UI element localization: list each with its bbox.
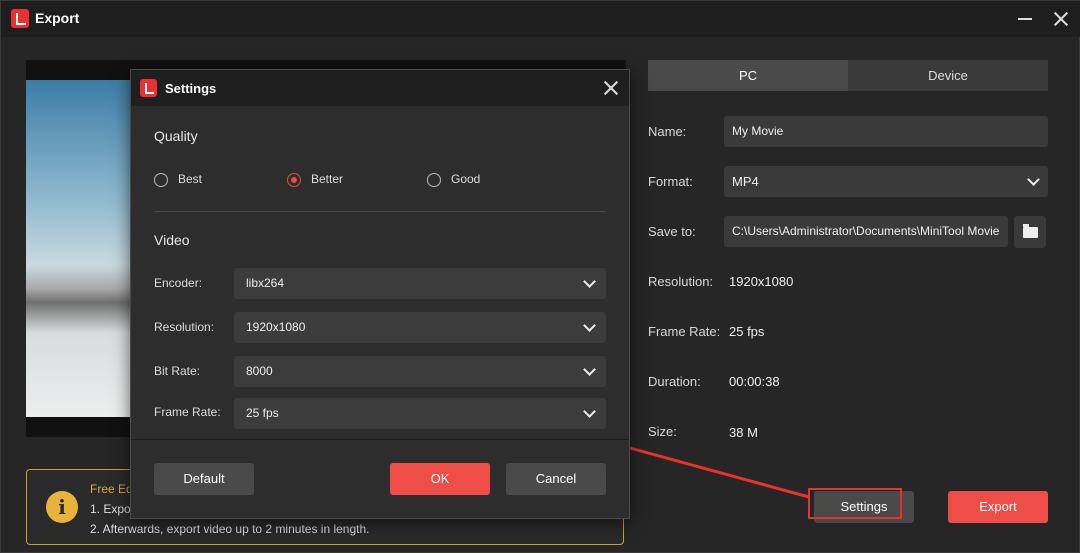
frame-rate-select[interactable]: 25 fps <box>234 398 606 429</box>
settings-dialog: Settings Quality Best Better Good Video … <box>130 69 630 519</box>
encoder-select[interactable]: libx264 <box>234 268 606 299</box>
export-window: Export PC Device Name: My Movie Format: … <box>0 0 1080 553</box>
quality-heading: Quality <box>154 128 198 144</box>
encoder-value: libx264 <box>246 276 285 290</box>
quality-best-label[interactable]: Best <box>178 172 202 186</box>
quality-best-radio[interactable] <box>154 173 168 187</box>
chevron-down-icon <box>583 363 596 376</box>
dialog-footer-divider <box>131 439 629 440</box>
dialog-title-bar: Settings <box>131 70 629 106</box>
chevron-down-icon <box>583 319 596 332</box>
resolution-value: 1920x1080 <box>246 320 306 334</box>
dialog-title: Settings <box>165 81 217 96</box>
divider <box>154 211 606 212</box>
chevron-down-icon <box>583 405 596 418</box>
chevron-down-icon <box>583 275 596 288</box>
bit-rate-label: Bit Rate: <box>154 364 201 378</box>
quality-better-label[interactable]: Better <box>311 172 343 186</box>
frame-rate-label: Frame Rate: <box>154 405 221 419</box>
bit-rate-value: 8000 <box>246 364 273 378</box>
cancel-button[interactable]: Cancel <box>506 463 606 495</box>
close-icon[interactable] <box>602 79 620 97</box>
arrow-line <box>618 443 810 499</box>
ok-button[interactable]: OK <box>390 463 490 495</box>
bit-rate-select[interactable]: 8000 <box>234 356 606 387</box>
frame-rate-value: 25 fps <box>246 406 279 420</box>
quality-good-radio[interactable] <box>427 173 441 187</box>
encoder-label: Encoder: <box>154 276 203 290</box>
resolution-select[interactable]: 1920x1080 <box>234 312 606 343</box>
quality-good-label[interactable]: Good <box>451 172 480 186</box>
app-logo-icon <box>140 79 157 97</box>
quality-better-radio[interactable] <box>287 173 301 187</box>
video-heading: Video <box>154 232 190 248</box>
resolution-label: Resolution: <box>154 320 215 334</box>
default-button[interactable]: Default <box>154 463 254 495</box>
